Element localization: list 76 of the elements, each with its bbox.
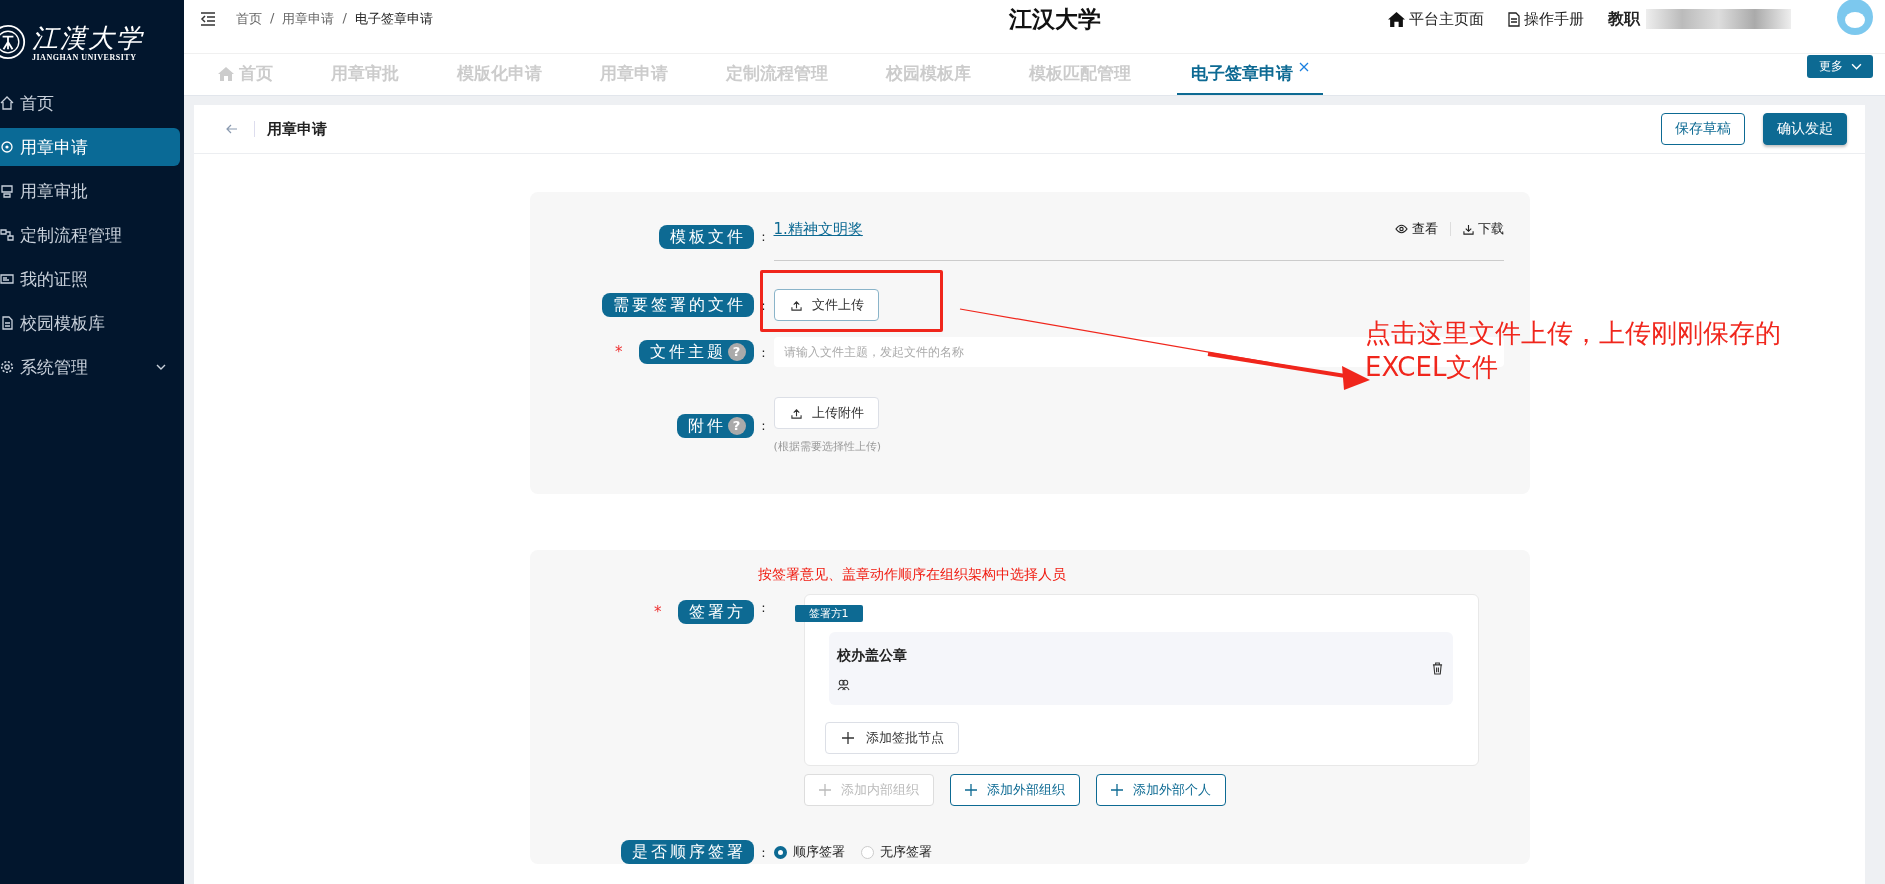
add-signer-button[interactable]: 添加外部个人 (1095, 774, 1226, 806)
breadcrumb-item: 电子签章申请 (354, 10, 433, 28)
colon: : (760, 418, 767, 433)
radio-option[interactable]: 无序签署 (860, 843, 932, 861)
upload-icon (790, 407, 802, 419)
sidebar-item[interactable]: 系统管理 (0, 348, 180, 386)
radio-option[interactable]: 顺序签署 (773, 843, 845, 861)
site-title: 江汉大学 (1009, 5, 1101, 34)
add-node-button[interactable]: 添加签批节点 (824, 722, 959, 754)
delete-icon[interactable] (1431, 662, 1443, 675)
save-draft-button[interactable]: 保存草稿 (1661, 113, 1745, 145)
plus-icon (1110, 784, 1123, 796)
field-label: 需要签署的文件 (601, 293, 754, 317)
colon: : (760, 344, 767, 360)
node-name: 校办盖公章 (836, 646, 907, 665)
signer-tag: 签署方1 (794, 605, 863, 622)
user-name: 教职 (1608, 8, 1640, 30)
file-link[interactable]: 1.精神文明奖 (773, 220, 863, 239)
header-link[interactable]: 平台主页面 (1388, 9, 1484, 29)
logo-subtitle: JIANGHAN UNIVERSITY (32, 52, 138, 62)
submit-button[interactable]: 确认发起 (1763, 113, 1847, 145)
home-icon (0, 96, 14, 110)
home-icon (218, 66, 234, 81)
field-label: 模板文件 (658, 224, 754, 249)
header-link[interactable]: 操作手册 (1508, 9, 1584, 29)
breadcrumb-separator: / (342, 10, 347, 27)
field-hint: (根据需要选择性上传) (773, 439, 882, 454)
upload-attachment-button[interactable]: 上传附件 (773, 397, 879, 429)
settings-icon (0, 360, 14, 374)
required-mark: * (654, 603, 662, 621)
stamp-icon (0, 184, 14, 198)
upload-button[interactable]: 文件上传 (773, 289, 879, 321)
instruction-text: 按签署意见、盖章动作顺序在组织架构中选择人员 (757, 566, 1067, 584)
target-icon (0, 140, 14, 154)
close-icon[interactable] (1299, 62, 1309, 72)
add-signer-button[interactable]: 添加外部组织 (949, 774, 1080, 806)
university-emblem-icon (0, 24, 26, 60)
colon: : (760, 844, 767, 860)
back-arrow-icon[interactable] (226, 124, 238, 134)
people-icon[interactable] (836, 678, 850, 691)
plus-icon (818, 784, 831, 796)
colon: : (760, 229, 767, 244)
page-title: 用章申请 (267, 119, 327, 139)
breadcrumb-item[interactable]: 用章申请 (282, 10, 335, 28)
field-label: 文件主题 ? (638, 340, 754, 364)
breadcrumb-separator: / (270, 10, 275, 27)
sidebar-item[interactable]: 用章审批 (0, 172, 180, 210)
document-icon (1508, 11, 1520, 27)
view-link[interactable]: 查看 (1394, 220, 1438, 238)
plus-icon (841, 732, 854, 744)
radio-icon[interactable] (773, 845, 787, 859)
eye-icon (1394, 224, 1408, 234)
required-mark: * (615, 343, 623, 361)
plus-icon (964, 784, 977, 796)
menu-icon[interactable] (200, 12, 216, 26)
breadcrumb-item[interactable]: 首页 (236, 10, 262, 28)
logo-name: 江漢大学 (32, 22, 144, 53)
sidebar-item[interactable]: 我的证照 (0, 260, 180, 298)
download-icon (1462, 223, 1474, 235)
home-icon (1388, 11, 1405, 27)
chevron-down-icon (1850, 63, 1862, 70)
sidebar-item[interactable]: 用章申请 (0, 128, 180, 166)
flowchart-icon (0, 228, 14, 242)
sidebar-item[interactable]: 首页 (0, 84, 180, 122)
more-button[interactable]: 更多 (1807, 55, 1873, 78)
download-link[interactable]: 下载 (1462, 220, 1504, 238)
sidebar-item[interactable]: 校园模板库 (0, 304, 180, 342)
colon: : (760, 297, 767, 313)
id-card-icon (0, 272, 14, 286)
upload-icon (790, 299, 802, 311)
field-label: 是否顺序签署 (620, 840, 754, 864)
sidebar-item[interactable]: 定制流程管理 (0, 216, 180, 254)
field-label: 附件 ? (676, 413, 754, 438)
document-icon (0, 316, 14, 330)
field-label: 签署方 (677, 600, 754, 624)
colon: : (760, 600, 767, 615)
